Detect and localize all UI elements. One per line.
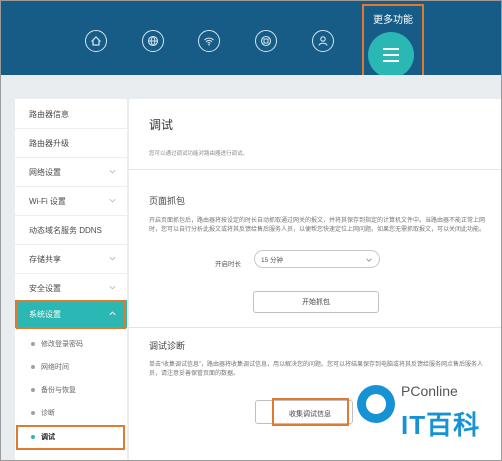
- sidebar-item-security-settings[interactable]: 安全设置: [15, 274, 127, 303]
- chevron-down-icon: [109, 285, 116, 290]
- bullet-dot: [31, 411, 35, 415]
- page-title: 调试: [149, 118, 174, 132]
- capture-description: 开启页面抓包后，路由器将按设定的时长自动抓取通过网关的报文，并将其保存到指定的计…: [149, 218, 486, 233]
- globe-icon[interactable]: [142, 30, 164, 52]
- top-nav-bar: 更多功能: [1, 1, 501, 75]
- capture-section-title: 页面抓包: [149, 196, 186, 206]
- bullet-dot: [31, 365, 35, 369]
- sidebar: 路由器信息 路由器升级 网络设置 Wi-Fi 设置 动态域名服务 DDNS 存储…: [15, 99, 127, 460]
- sidebar-item-wifi-settings[interactable]: Wi-Fi 设置: [15, 187, 127, 216]
- highlight-more-functions: [362, 4, 424, 83]
- sidebar-subitem-change-password[interactable]: 修改登录密码: [15, 333, 127, 355]
- sidebar-item-router-info[interactable]: 路由器信息: [15, 100, 127, 129]
- bullet-dot: [31, 342, 35, 346]
- watermark: PConline IT百科: [353, 375, 499, 457]
- duration-label: 开启时长: [215, 261, 241, 268]
- sidebar-item-storage-sharing[interactable]: 存储共享: [15, 245, 127, 274]
- sidebar-item-label: 存储共享: [29, 254, 61, 264]
- sidebar-item-router-upgrade[interactable]: 路由器升级: [15, 129, 127, 158]
- sidebar-subitem-network-time[interactable]: 网络时间: [15, 356, 127, 378]
- wifi-icon[interactable]: [198, 30, 220, 52]
- debug-section-title: 调试诊断: [149, 341, 186, 351]
- divider: [129, 327, 501, 328]
- sidebar-subitem-label: 修改登录密码: [41, 341, 83, 348]
- sidebar-subitem-label: 网络时间: [41, 364, 69, 371]
- watermark-text: IT百科: [401, 410, 481, 440]
- divider: [129, 169, 501, 170]
- duration-select-value: 15 分钟: [261, 257, 284, 264]
- watermark-brand: PConline: [401, 383, 458, 399]
- user-icon[interactable]: [312, 30, 334, 52]
- screenshot-frame: 更多功能 路由器信息 路由器升级 网络设置 Wi-Fi 设置 动态域名服务 DD…: [0, 0, 502, 461]
- chevron-down-icon: [109, 198, 116, 203]
- bullet-dot: [31, 388, 35, 392]
- watermark-logo-icon: [357, 385, 395, 423]
- sidebar-subitem-label: 备份与恢复: [41, 387, 76, 394]
- sidebar-item-network-settings[interactable]: 网络设置: [15, 158, 127, 187]
- duration-select[interactable]: 15 分钟: [254, 250, 380, 268]
- sidebar-subitem-label: 诊断: [41, 410, 55, 417]
- page-subtitle: 您可以通过调试功能对路由器进行调试。: [149, 151, 249, 157]
- sidebar-item-label: 路由器升级: [29, 138, 69, 148]
- highlight-debug-item: [16, 425, 125, 450]
- sidebar-item-label: 路由器信息: [29, 109, 69, 119]
- chevron-down-icon: [366, 258, 372, 262]
- sidebar-subitem-backup-restore[interactable]: 备份与恢复: [15, 379, 127, 401]
- network-icon[interactable]: [255, 30, 277, 52]
- highlight-collect-button: [272, 398, 349, 426]
- sidebar-item-label: Wi-Fi 设置: [29, 196, 66, 206]
- chevron-down-icon: [109, 169, 116, 174]
- home-icon[interactable]: [85, 30, 107, 52]
- sidebar-item-ddns[interactable]: 动态域名服务 DDNS: [15, 216, 127, 245]
- sidebar-item-label: 网络设置: [29, 167, 61, 177]
- sidebar-item-label: 动态域名服务 DDNS: [29, 225, 102, 235]
- sidebar-item-label: 安全设置: [29, 283, 61, 293]
- sidebar-subitem-diagnostics[interactable]: 诊断: [15, 402, 127, 424]
- start-capture-button[interactable]: 开始抓包: [253, 291, 379, 313]
- highlight-system-settings: [16, 300, 126, 329]
- chevron-down-icon: [109, 256, 116, 261]
